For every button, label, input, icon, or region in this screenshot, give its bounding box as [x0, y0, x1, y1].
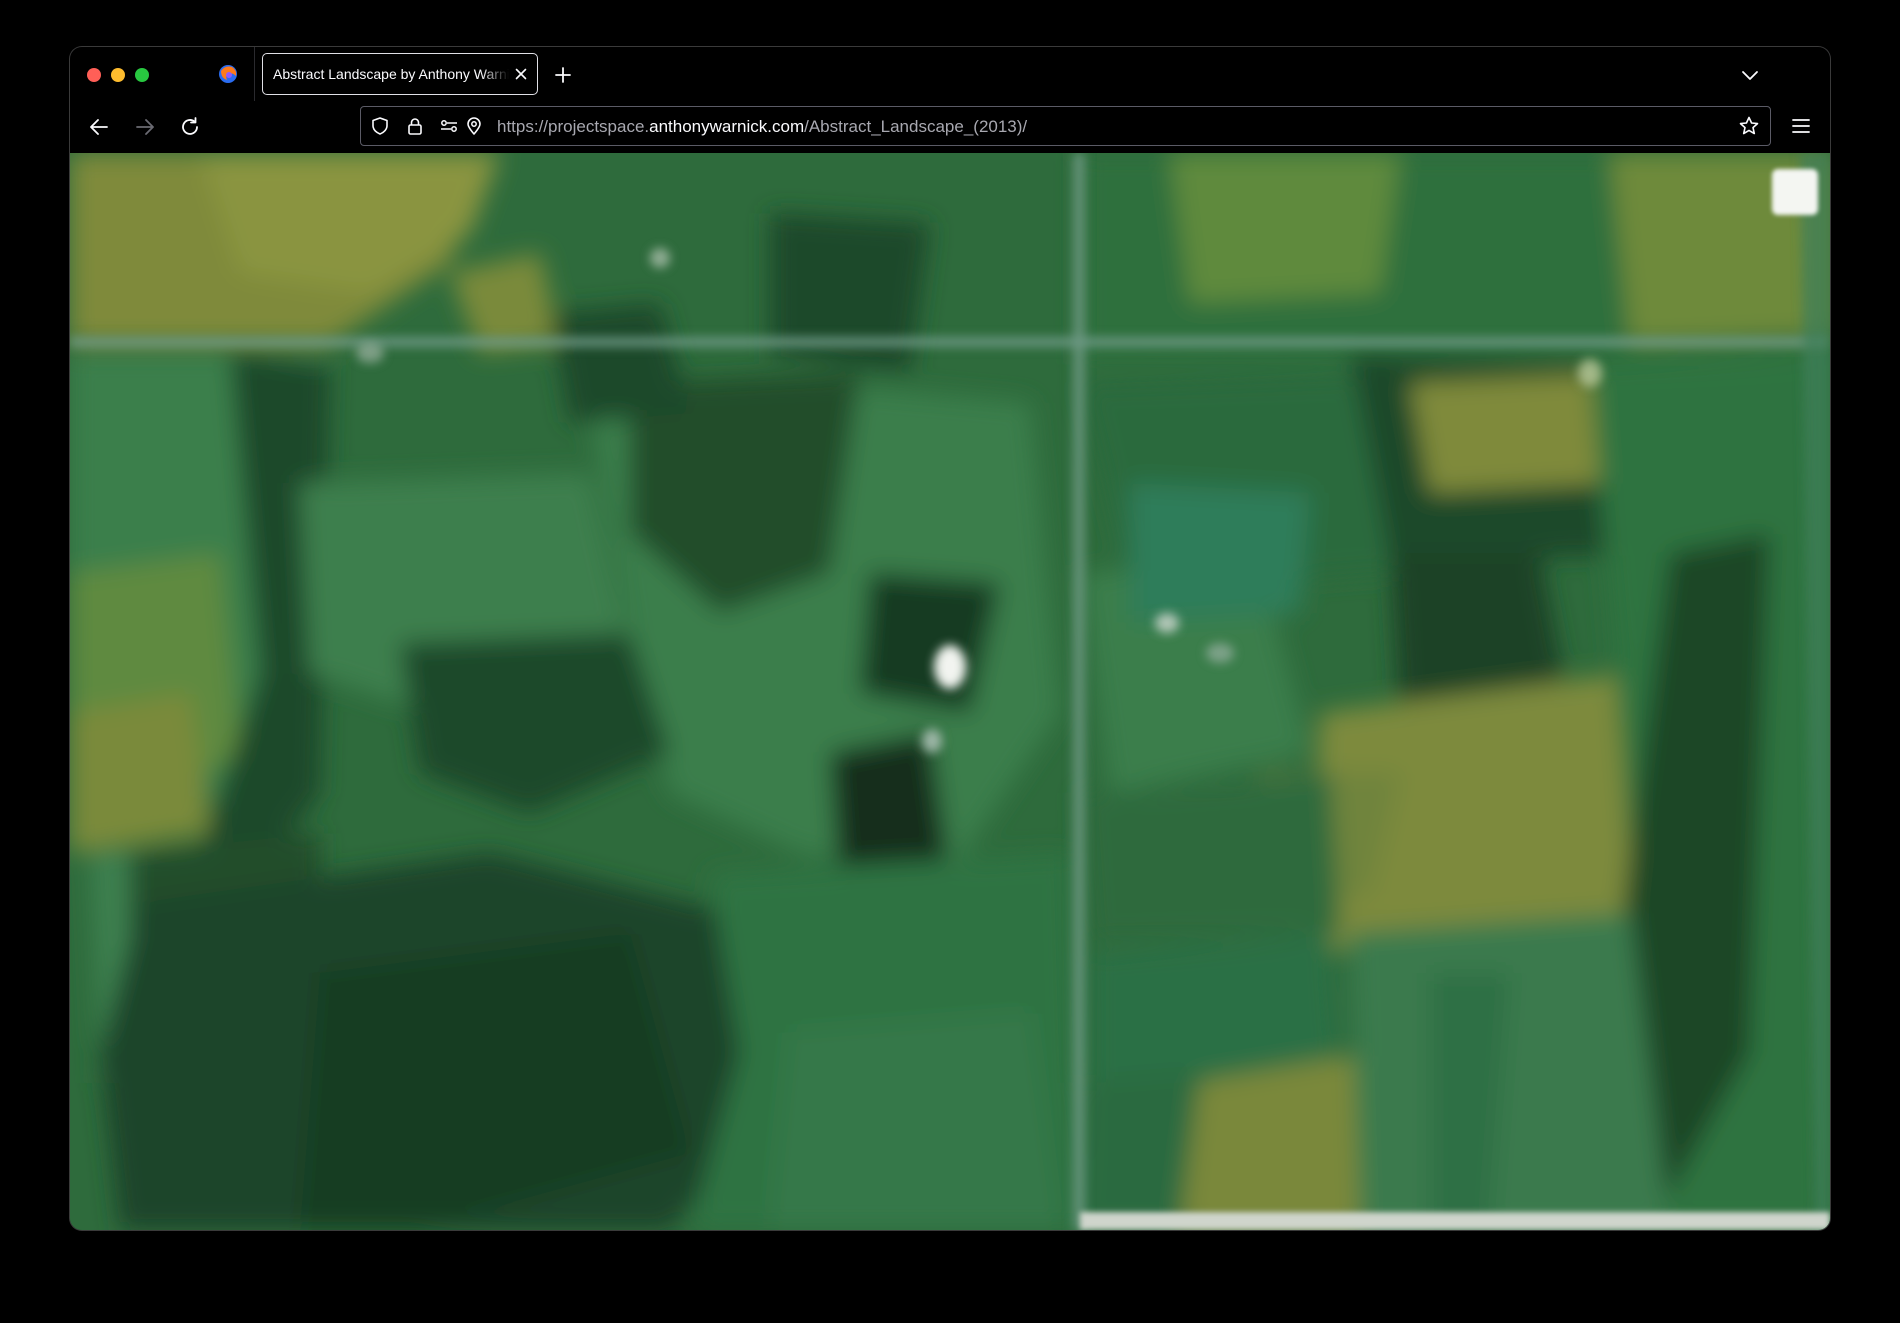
page-content[interactable]	[70, 153, 1830, 1230]
url-domain: anthonywarnick.com	[649, 117, 805, 136]
image-corner-overlay	[1772, 169, 1818, 215]
arrow-left-icon[interactable]	[87, 115, 111, 139]
close-icon[interactable]	[513, 66, 529, 82]
reload-icon[interactable]	[178, 115, 202, 139]
close-window-button[interactable]	[87, 68, 101, 82]
maximize-window-button[interactable]	[135, 68, 149, 82]
address-bar[interactable]: https://projectspace.anthonywarnick.com/…	[360, 106, 1771, 146]
hamburger-menu-icon[interactable]	[1790, 115, 1812, 137]
url-path: /Abstract_Landscape_(2013)/	[804, 117, 1028, 136]
image-bottom-edge	[1080, 1212, 1830, 1230]
aerial-landscape-image	[70, 153, 1830, 1230]
tab-active[interactable]: Abstract Landscape by Anthony Warnick	[262, 53, 538, 95]
tab-title: Abstract Landscape by Anthony Warnick	[273, 66, 509, 82]
chevron-down-icon[interactable]	[1740, 65, 1760, 85]
arrow-right-icon[interactable]	[133, 115, 157, 139]
url-prefix: https://projectspace.	[497, 117, 650, 136]
tab-separator	[254, 47, 255, 101]
navigation-toolbar: https://projectspace.anthonywarnick.com/…	[70, 101, 1830, 153]
plus-icon[interactable]	[553, 65, 573, 85]
permissions-icon[interactable]	[439, 116, 459, 136]
url-text[interactable]: https://projectspace.anthonywarnick.com/…	[497, 117, 1027, 137]
browser-window: Abstract Landscape by Anthony Warnick ht…	[70, 47, 1830, 1230]
location-pin-icon[interactable]	[464, 116, 484, 136]
tab-bar: Abstract Landscape by Anthony Warnick	[70, 47, 1830, 101]
lock-icon[interactable]	[405, 116, 425, 136]
firefox-view-icon[interactable]	[217, 63, 239, 85]
shield-icon[interactable]	[370, 116, 390, 136]
minimize-window-button[interactable]	[111, 68, 125, 82]
star-icon[interactable]	[1738, 115, 1760, 137]
